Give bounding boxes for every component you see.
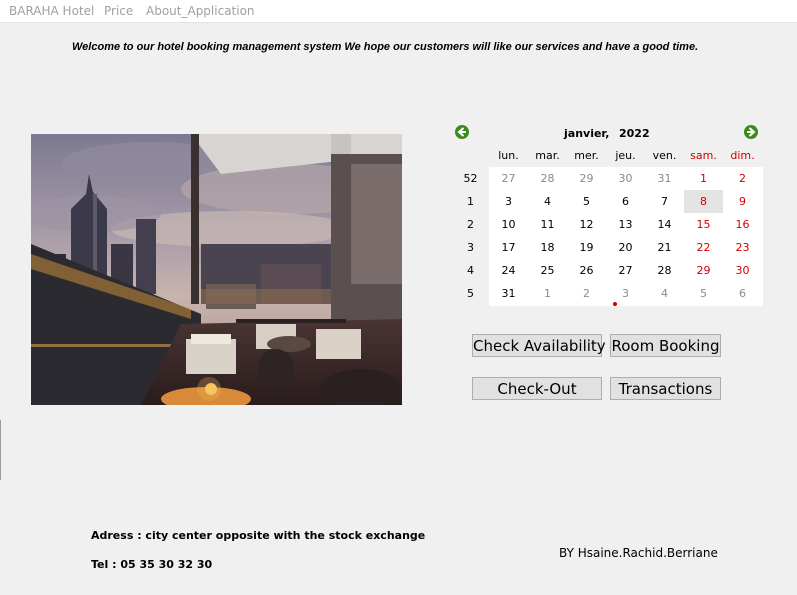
check-availability-button[interactable]: Check Availability (472, 334, 606, 357)
calendar-day[interactable]: 2 (723, 167, 762, 190)
calendar-day[interactable]: 5 (567, 190, 606, 213)
calendar-day[interactable]: 31 (489, 282, 528, 305)
calendar-day[interactable]: 18 (528, 236, 567, 259)
calendar-day[interactable]: 23 (723, 236, 762, 259)
calendar-day[interactable]: 26 (567, 259, 606, 282)
weekday-header: lun. (498, 149, 519, 162)
calendar-day[interactable]: 25 (528, 259, 567, 282)
calendar-navigation: janvier, 2022 (452, 122, 763, 144)
calendar-day[interactable]: 28 (528, 167, 567, 190)
hotel-rooftop-image (31, 134, 402, 405)
calendar-day[interactable]: 1 (528, 282, 567, 305)
window-edge-divider (0, 420, 1, 480)
calendar-day[interactable]: 29 (567, 167, 606, 190)
weekday-header: ven. (652, 149, 677, 162)
calendar-day[interactable]: 20 (606, 236, 645, 259)
weekday-header: sam. (690, 149, 717, 162)
weekday-header: mar. (535, 149, 560, 162)
calendar-day[interactable]: 2 (567, 282, 606, 305)
calendar-day[interactable]: 10 (489, 213, 528, 236)
calendar-day[interactable]: 30 (723, 259, 762, 282)
calendar-month-label[interactable]: janvier, (564, 127, 609, 140)
check-out-button[interactable]: Check-Out (472, 377, 602, 400)
calendar-day[interactable]: 15 (684, 213, 723, 236)
week-number: 3 (467, 241, 474, 254)
calendar-year-label[interactable]: 2022 (619, 127, 650, 140)
calendar-day[interactable]: 1 (684, 167, 723, 190)
room-booking-button[interactable]: Room Booking (610, 334, 721, 357)
month-calendar[interactable]: janvier, 2022 lun. mar. mer. jeu. ven. sam. di… (452, 122, 763, 306)
menu-bar: BARAHA Hotel Price About_Application (0, 0, 797, 23)
week-number: 2 (467, 218, 474, 231)
calendar-day[interactable]: 22 (684, 236, 723, 259)
calendar-day[interactable]: 27 (489, 167, 528, 190)
weekday-header: dim. (730, 149, 755, 162)
welcome-message: Welcome to our hotel booking management … (72, 41, 699, 53)
calendar-day[interactable]: 11 (528, 213, 567, 236)
calendar-day[interactable]: 21 (645, 236, 684, 259)
calendar-day[interactable]: 3 (489, 190, 528, 213)
calendar-day[interactable]: 4 (528, 190, 567, 213)
calendar-day[interactable]: 14 (645, 213, 684, 236)
week-number: 4 (467, 264, 474, 277)
calendar-day[interactable]: 19 (567, 236, 606, 259)
calendar-day[interactable]: 3 (606, 282, 645, 305)
calendar-day[interactable]: 5 (684, 282, 723, 305)
week-number: 1 (467, 195, 474, 208)
calendar-day[interactable]: 7 (645, 190, 684, 213)
calendar-day[interactable]: 16 (723, 213, 762, 236)
calendar-day[interactable]: 30 (606, 167, 645, 190)
menu-item-about-application[interactable]: About_Application (146, 4, 255, 18)
telephone-text: Tel : 05 35 30 32 30 (91, 558, 213, 571)
week-number: 52 (463, 172, 478, 185)
previous-month-icon[interactable] (454, 124, 470, 140)
calendar-day[interactable]: 6 (606, 190, 645, 213)
calendar-day[interactable]: 31 (645, 167, 684, 190)
calendar-day[interactable]: 8 (684, 190, 723, 213)
calendar-day[interactable]: 6 (723, 282, 762, 305)
menu-item-baraha-hotel[interactable]: BARAHA Hotel (9, 4, 94, 18)
calendar-day[interactable]: 27 (606, 259, 645, 282)
calendar-day[interactable]: 29 (684, 259, 723, 282)
calendar-day[interactable]: 12 (567, 213, 606, 236)
calendar-day[interactable]: 24 (489, 259, 528, 282)
calendar-day[interactable]: 4 (645, 282, 684, 305)
hotel-app-window: BARAHA Hotel Price About_Application Wel… (0, 0, 797, 595)
calendar-day[interactable]: 17 (489, 236, 528, 259)
author-credit: BY Hsaine.Rachid.Berriane (559, 546, 718, 560)
next-month-icon[interactable] (743, 124, 759, 140)
address-text: Adress : city center opposite with the s… (91, 529, 426, 542)
today-indicator (613, 302, 617, 306)
menu-item-price[interactable]: Price (104, 4, 133, 18)
calendar-day[interactable]: 28 (645, 259, 684, 282)
calendar-day[interactable]: 13 (606, 213, 645, 236)
transactions-button[interactable]: Transactions (610, 377, 721, 400)
week-number: 5 (467, 287, 474, 300)
calendar-day-grid: lun. mar. mer. jeu. ven. sam. dim. 52 27 28 29 30 31… (452, 144, 763, 306)
weekday-header: mer. (574, 149, 599, 162)
calendar-day[interactable]: 9 (723, 190, 762, 213)
weekday-header: jeu. (615, 149, 636, 162)
